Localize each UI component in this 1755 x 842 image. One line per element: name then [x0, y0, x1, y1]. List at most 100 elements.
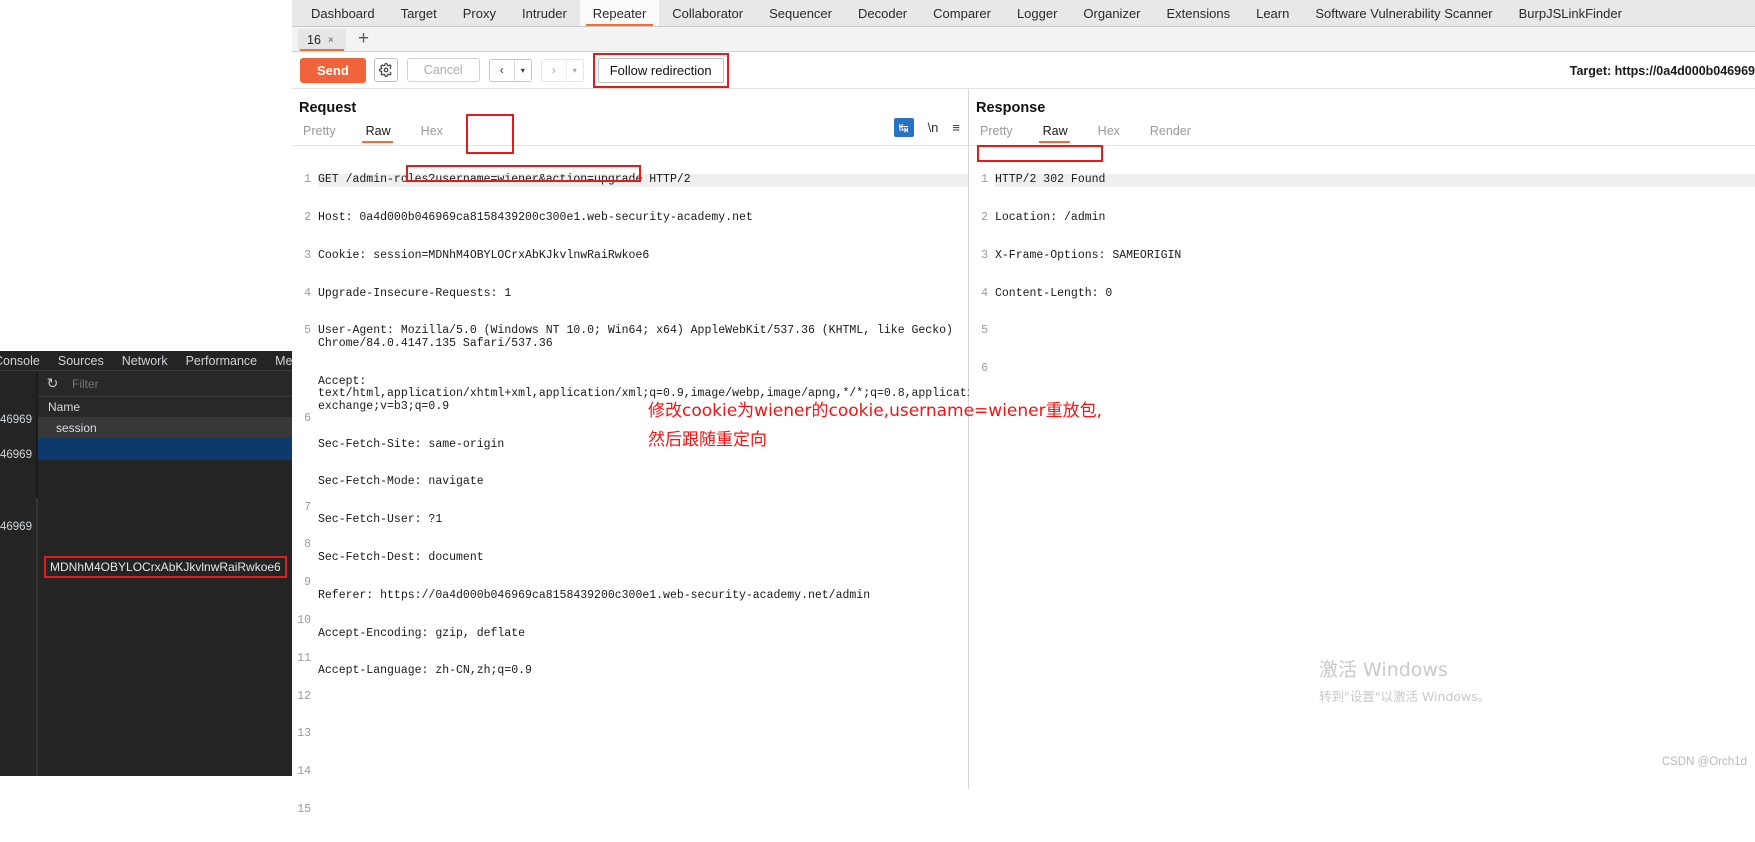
- request-line-13: Accept-Language: zh-CN,zh;q=0.9: [318, 665, 968, 678]
- page-content-blank-area: [0, 0, 292, 351]
- line-number-wrapped: [292, 451, 314, 476]
- burp-main-menubar: Dashboard Target Proxy Intruder Repeater…: [292, 0, 1755, 27]
- request-editor[interactable]: 1 2 3 4 5 6 7 8 9 10 11 12 13 14 15 GET …: [292, 114, 1043, 816]
- close-icon[interactable]: ×: [328, 35, 334, 46]
- response-raw-text[interactable]: HTTP/2 302 Found Location: /admin X-Fram…: [995, 146, 1755, 401]
- line-number: 6: [981, 362, 988, 376]
- gear-icon[interactable]: [373, 58, 398, 82]
- menu-tab-extensions[interactable]: Extensions: [1154, 0, 1244, 26]
- repeater-toolbar: Send Cancel ‹ ▾ › ▾ Follow redirection T…: [292, 52, 1755, 89]
- windows-activation-watermark: 激活 Windows 转到"设置"以激活 Windows。: [1319, 655, 1490, 705]
- menu-tab-burpjslinkfinder[interactable]: BurpJSLinkFinder: [1506, 0, 1635, 26]
- reload-icon[interactable]: ↻: [45, 376, 60, 391]
- request-raw-text[interactable]: GET /admin-roles?username=wiener&action=…: [318, 146, 1043, 779]
- line-number: 9: [304, 576, 311, 590]
- menu-tab-intruder[interactable]: Intruder: [509, 0, 580, 26]
- request-line-1-text: GET /admin-roles?username=wiener&action=…: [318, 173, 691, 187]
- devtools-tab-performance[interactable]: Performance: [177, 351, 267, 371]
- devtools-panel: Console Sources Network Performance Memo…: [0, 0, 292, 776]
- request-line-numbers: 1 2 3 4 5 6 7 8 9 10 11 12 13 14 15: [292, 146, 314, 816]
- line-number: 2: [304, 210, 311, 224]
- devtools-content: 46969 46969 46969 ↻ Name session MDNhM4O…: [0, 371, 292, 776]
- line-number: 12: [297, 689, 311, 703]
- request-line-9-text: Sec-Fetch-User: ?1: [318, 513, 443, 527]
- follow-redirection-button[interactable]: Follow redirection: [597, 57, 724, 83]
- add-tab-icon[interactable]: +: [346, 29, 379, 51]
- cookies-row-selected[interactable]: [38, 438, 292, 460]
- request-line-4-text: Upgrade-Insecure-Requests: 1: [318, 286, 512, 300]
- menu-tab-learn[interactable]: Learn: [1243, 0, 1302, 26]
- request-line-2: Host: 0a4d000b046969ca8158439200c300e1.w…: [318, 211, 968, 225]
- line-number: 14: [297, 765, 311, 779]
- response-tab-pretty[interactable]: Pretty: [976, 122, 1027, 143]
- response-tab-hex[interactable]: Hex: [1094, 122, 1134, 143]
- request-line-8: Sec-Fetch-Mode: navigate: [318, 476, 968, 489]
- request-editor-actions: ↹ \n ≡: [893, 118, 960, 137]
- menu-tab-dashboard[interactable]: Dashboard: [298, 0, 388, 26]
- repeater-tab-16[interactable]: 16 ×: [298, 29, 346, 51]
- menu-tab-comparer[interactable]: Comparer: [920, 0, 1004, 26]
- response-view-tabs: Pretty Raw Hex Render: [969, 116, 1755, 143]
- menu-tab-decoder[interactable]: Decoder: [845, 0, 920, 26]
- response-line-1: HTTP/2 302 Found: [995, 173, 1755, 187]
- request-line-1: GET /admin-roles?username=wiener&action=…: [318, 173, 968, 187]
- request-line-13-text: Accept-Language: zh-CN,zh;q=0.9: [318, 664, 532, 678]
- repeater-tab-row: 16 × +: [292, 27, 1755, 52]
- request-tab-hex[interactable]: Hex: [417, 122, 457, 143]
- menu-tab-proxy[interactable]: Proxy: [450, 0, 509, 26]
- devtools-tab-sources[interactable]: Sources: [49, 351, 113, 371]
- line-number: 2: [981, 210, 988, 224]
- line-number: 1: [981, 173, 988, 187]
- response-line-1-text: HTTP/2 302 Found: [995, 173, 1106, 187]
- history-back-group[interactable]: ‹ ▾: [488, 58, 532, 82]
- wrap-lines-icon[interactable]: ↹: [893, 118, 914, 137]
- follow-redirection-highlight: Follow redirection: [592, 52, 729, 88]
- menu-tab-organizer[interactable]: Organizer: [1070, 0, 1153, 26]
- line-number: 11: [297, 651, 311, 665]
- request-line-11: Referer: https://0a4d000b046969ca8158439…: [318, 589, 968, 603]
- response-tab-render[interactable]: Render: [1146, 122, 1205, 143]
- chevron-down-icon-back[interactable]: ▾: [513, 59, 531, 81]
- response-tab-raw[interactable]: Raw: [1038, 122, 1082, 143]
- filter-input[interactable]: [70, 375, 250, 392]
- chevron-right-icon[interactable]: ›: [541, 59, 566, 81]
- chevron-down-icon-forward[interactable]: ▾: [565, 59, 583, 81]
- response-line-2: Location: /admin: [995, 211, 1755, 225]
- chevron-left-icon[interactable]: ‹: [489, 59, 514, 81]
- menu-tab-target[interactable]: Target: [388, 0, 450, 26]
- request-line-7-text: Sec-Fetch-Site: same-origin: [318, 437, 505, 451]
- history-forward-group[interactable]: › ▾: [540, 58, 584, 82]
- menu-tab-sequencer[interactable]: Sequencer: [756, 0, 845, 26]
- cookies-row-session[interactable]: session: [38, 418, 292, 438]
- devtools-tab-memory[interactable]: Memory: [266, 351, 292, 371]
- response-line-numbers: 1 2 3 4 5 6: [969, 146, 991, 765]
- target-url-label: Target: https://0a4d000b046969: [1569, 64, 1755, 78]
- menu-tab-collaborator[interactable]: Collaborator: [659, 0, 756, 26]
- devtools-tab-console[interactable]: Console: [0, 351, 49, 371]
- request-line-9: Sec-Fetch-User: ?1: [318, 513, 968, 527]
- cancel-button[interactable]: Cancel: [406, 58, 480, 82]
- send-button[interactable]: Send: [300, 57, 366, 83]
- menu-tab-repeater[interactable]: Repeater: [579, 0, 660, 26]
- response-line-3: X-Frame-Options: SAMEORIGIN: [995, 249, 1755, 263]
- cookies-column-header-name[interactable]: Name: [38, 397, 292, 418]
- menu-icon[interactable]: ≡: [952, 120, 960, 135]
- response-line-5: [995, 325, 1755, 338]
- request-line-15: [318, 741, 968, 754]
- annotation-note: 修改cookie为wiener的cookie,username=wiener重放…: [648, 401, 1103, 450]
- newline-icon[interactable]: \n: [928, 120, 939, 135]
- line-number: 7: [304, 500, 311, 514]
- request-line-10: Sec-Fetch-Dest: document: [318, 551, 968, 565]
- request-line-12-text: Accept-Encoding: gzip, deflate: [318, 626, 526, 640]
- devtools-tab-network[interactable]: Network: [113, 351, 177, 371]
- menu-tab-software-vulnerability-scanner[interactable]: Software Vulnerability Scanner: [1302, 0, 1505, 26]
- cookie-value-text: MDNhM4OBYLOCrxAbKJkvlnwRaiRwkoe6: [44, 556, 287, 578]
- line-number: 10: [297, 613, 311, 627]
- request-tab-pretty[interactable]: Pretty: [299, 122, 350, 143]
- menu-tab-logger[interactable]: Logger: [1004, 0, 1070, 26]
- request-line-10-text: Sec-Fetch-Dest: document: [318, 551, 484, 565]
- request-line-14: [318, 703, 968, 716]
- request-tab-raw[interactable]: Raw: [361, 122, 405, 143]
- line-number: 3: [981, 248, 988, 262]
- devtools-tabbar: Console Sources Network Performance Memo…: [0, 351, 292, 371]
